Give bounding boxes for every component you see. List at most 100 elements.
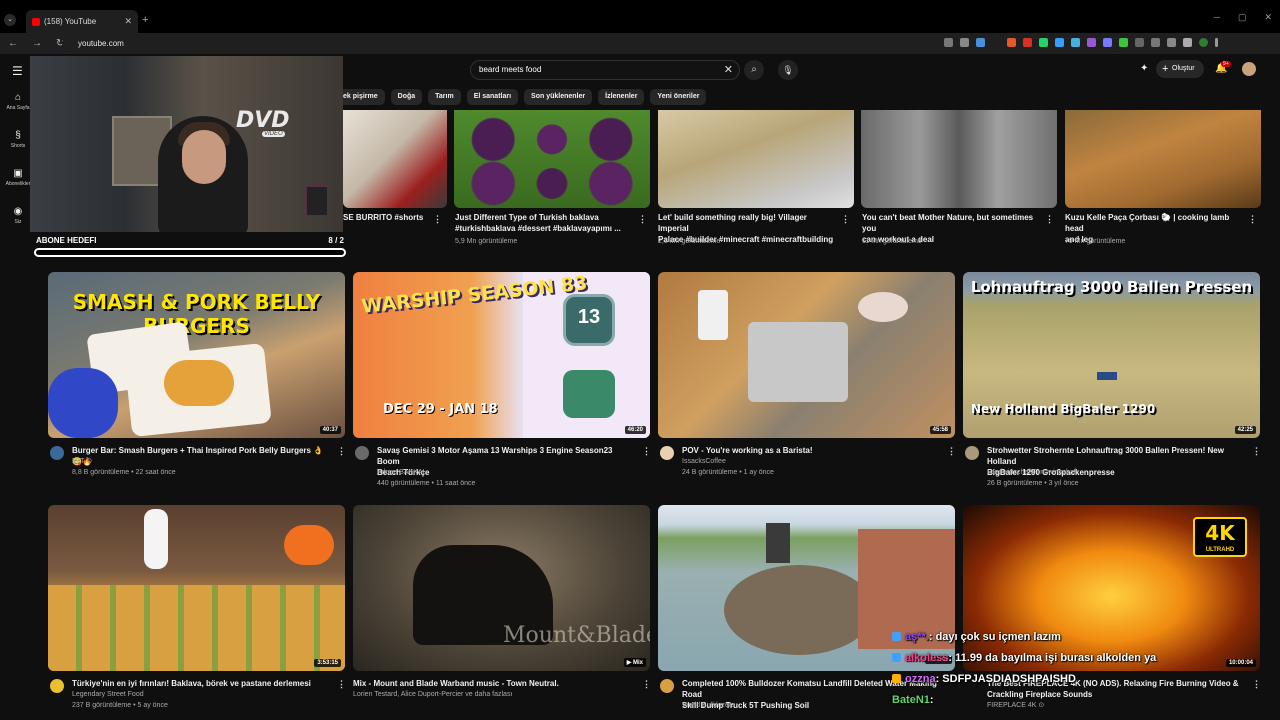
- tab-search-icon[interactable]: ⌄: [4, 14, 16, 26]
- extension-icon[interactable]: [1183, 38, 1192, 47]
- account-avatar[interactable]: [1242, 62, 1256, 76]
- channel-name[interactable]: Adnan BAKKAL: [377, 467, 426, 478]
- channel-avatar[interactable]: [965, 446, 979, 460]
- extension-icon[interactable]: [1151, 38, 1160, 47]
- duration-badge: 3:53:15: [314, 659, 341, 667]
- video-thumbnail[interactable]: [861, 110, 1057, 208]
- video-thumbnail[interactable]: SMASH & PORK BELLY BURGERS 40:37: [48, 272, 345, 438]
- star-icon[interactable]: [976, 38, 985, 47]
- video-title[interactable]: POV - You're working as a Barista!: [682, 445, 942, 456]
- forward-icon[interactable]: →: [32, 38, 42, 49]
- channel-name[interactable]: MrT ⊙: [72, 456, 92, 467]
- minimize-icon[interactable]: ─: [1214, 12, 1220, 23]
- close-window-icon[interactable]: ✕: [1264, 12, 1272, 23]
- eye-off-icon[interactable]: [960, 38, 969, 47]
- video-thumbnail[interactable]: Mount&Blade ▶ Mix: [353, 505, 650, 671]
- video-thumbnail[interactable]: [343, 110, 447, 208]
- back-icon[interactable]: ←: [8, 38, 18, 49]
- video-meta: 24 B görüntüleme • 1 ay önce: [682, 469, 774, 476]
- channel-name[interactable]: LandwirtschaftForstwirtschaft: [987, 467, 1078, 478]
- video-title[interactable]: Mix - Mount and Blade Warband music - To…: [353, 678, 633, 689]
- ultrahd-label: ULTRAHD: [1205, 547, 1235, 553]
- goal-count: 8 / 2: [328, 236, 344, 245]
- search-query: beard meets food: [479, 65, 542, 74]
- extension-icon[interactable]: [1071, 38, 1080, 47]
- more-actions-icon[interactable]: ⋮: [841, 214, 850, 225]
- channel-avatar[interactable]: [660, 679, 674, 693]
- more-actions-icon[interactable]: ⋮: [638, 214, 647, 225]
- more-actions-icon[interactable]: ⋮: [642, 679, 651, 690]
- dvd-logo-sub: VIDEO: [262, 131, 285, 137]
- video-title[interactable]: Türkiye'nin en iyi fırınları! Baklava, b…: [72, 678, 332, 689]
- channel-avatar[interactable]: [355, 446, 369, 460]
- video-thumbnail[interactable]: WARSHIP SEASON 83 DEC 29 - JAN 18 13 46:…: [353, 272, 650, 438]
- chip[interactable]: Doğa: [390, 89, 423, 105]
- channel-name[interactable]: IssacksCoffee: [682, 456, 726, 467]
- profile-icon[interactable]: [1199, 38, 1208, 47]
- video-thumbnail[interactable]: Lohnauftrag 3000 Ballen Pressen New Holl…: [963, 272, 1260, 438]
- more-actions-icon[interactable]: ⋮: [1252, 679, 1261, 690]
- more-actions-icon[interactable]: ⋮: [337, 679, 346, 690]
- chip[interactable]: ek pişirme: [336, 89, 385, 105]
- clear-search-icon[interactable]: ✕: [724, 61, 733, 79]
- hamburger-menu-icon[interactable]: ☰: [12, 64, 23, 78]
- more-actions-icon[interactable]: ⋮: [947, 446, 956, 457]
- video-meta: 2,1 Mn görüntüleme: [658, 238, 721, 245]
- extension-icons: [944, 38, 1218, 47]
- new-tab-icon[interactable]: +: [142, 14, 148, 26]
- duration-badge: 40:37: [319, 426, 341, 434]
- extension-icon[interactable]: [1023, 38, 1032, 47]
- video-thumbnail[interactable]: 45:58: [658, 272, 955, 438]
- extension-icon[interactable]: [1103, 38, 1112, 47]
- channel-avatar[interactable]: [660, 446, 674, 460]
- chip[interactable]: El sanatları: [466, 89, 519, 105]
- video-thumbnail[interactable]: [1065, 110, 1261, 208]
- extension-icon[interactable]: [1087, 38, 1096, 47]
- chip[interactable]: Tarım: [428, 89, 461, 105]
- channel-name[interactable]: Lorien Testard, Alice Duport-Percier ve …: [353, 689, 512, 700]
- maximize-icon[interactable]: ▢: [1238, 12, 1247, 23]
- more-actions-icon[interactable]: ⋮: [433, 214, 442, 225]
- channel-name[interactable]: World Bulldozers: [682, 700, 735, 711]
- channel-avatar[interactable]: [50, 446, 64, 460]
- voice-search-button[interactable]: 🎙: [778, 60, 798, 80]
- more-actions-icon[interactable]: ⋮: [642, 446, 651, 457]
- close-tab-icon[interactable]: ✕: [124, 16, 132, 27]
- search-input[interactable]: beard meets food ✕: [470, 60, 740, 80]
- more-actions-icon[interactable]: ⋮: [1045, 214, 1054, 225]
- extension-icon[interactable]: [1007, 38, 1016, 47]
- chip[interactable]: Yeni öneriler: [650, 89, 707, 105]
- video-meta: 79 Mn görüntüleme: [1065, 238, 1126, 245]
- video-title[interactable]: SE BURRITO #shorts: [343, 212, 443, 223]
- browser-tab[interactable]: (158) YouTube ✕: [26, 10, 138, 33]
- video-thumbnail[interactable]: [454, 110, 650, 208]
- more-actions-icon[interactable]: ⋮: [1252, 446, 1261, 457]
- video-title[interactable]: Burger Bar: Smash Burgers + Thai Inspire…: [72, 445, 332, 467]
- channel-name[interactable]: Legendary Street Food: [72, 689, 144, 700]
- duration-badge: 46:20: [624, 426, 646, 434]
- tab-title: (158) YouTube: [44, 17, 97, 26]
- chat-message: ozzna: SDFPJASDIADSHPAISHD: [892, 668, 1192, 689]
- video-thumbnail[interactable]: 3:53:15: [48, 505, 345, 671]
- extension-icon[interactable]: [1039, 38, 1048, 47]
- chip[interactable]: İzlenenler: [598, 89, 645, 105]
- channel-avatar[interactable]: [50, 679, 64, 693]
- video-meta: 440 görüntüleme • 11 saat önce: [377, 480, 476, 487]
- cast-icon[interactable]: [944, 38, 953, 47]
- level-badge: 13: [577, 306, 601, 328]
- more-actions-icon[interactable]: ⋮: [337, 446, 346, 457]
- chip[interactable]: Son yüklenenler: [524, 89, 593, 105]
- create-button[interactable]: Oluştur: [1156, 60, 1204, 78]
- gemini-icon[interactable]: ✦: [1140, 63, 1148, 74]
- extension-icon[interactable]: [1119, 38, 1128, 47]
- puzzle-icon[interactable]: [1167, 38, 1176, 47]
- menu-dots-icon[interactable]: [1215, 38, 1218, 47]
- extension-icon[interactable]: [1055, 38, 1064, 47]
- video-thumbnail[interactable]: [658, 110, 854, 208]
- thumbnail-text: Mount&Blade: [503, 623, 650, 648]
- video-meta: 11 Mn görüntüleme: [862, 238, 922, 245]
- more-actions-icon[interactable]: ⋮: [1248, 214, 1257, 225]
- search-button[interactable]: ⌕: [744, 60, 764, 80]
- extension-icon[interactable]: [1135, 38, 1144, 47]
- video-title[interactable]: Just Different Type of Turkish baklava #t…: [455, 212, 635, 234]
